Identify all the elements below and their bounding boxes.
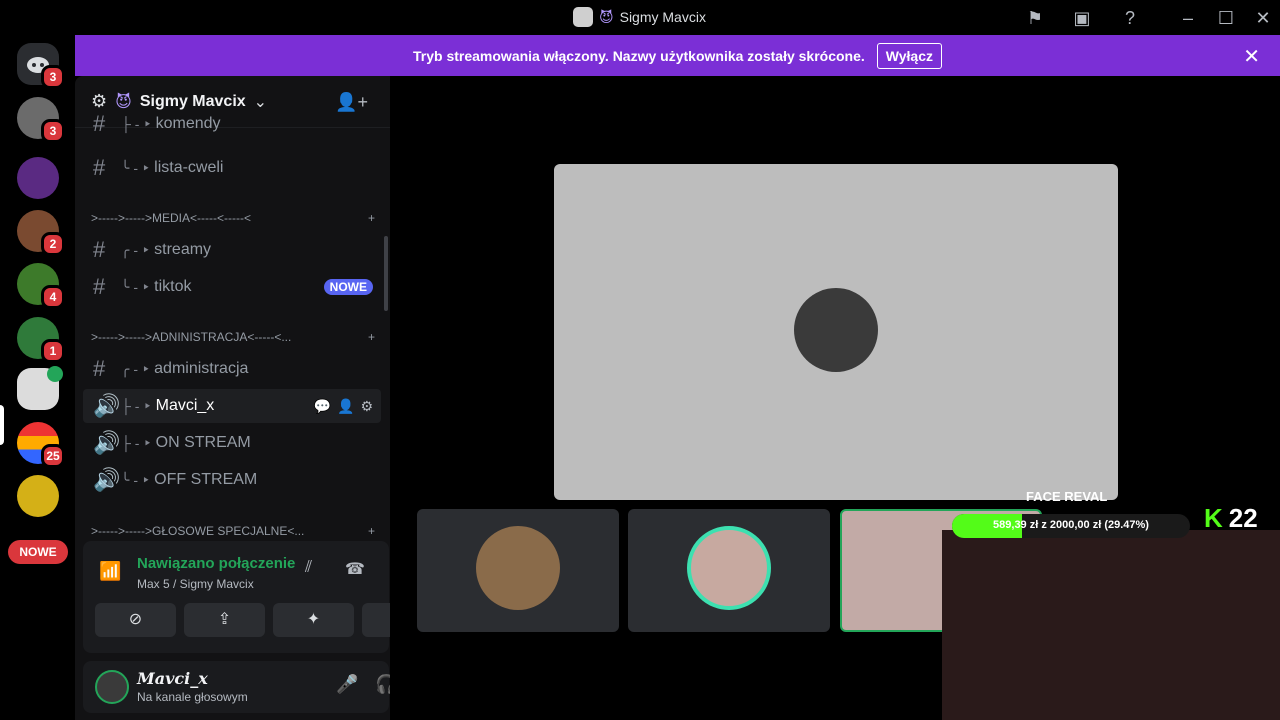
avatar — [794, 288, 878, 372]
category-media[interactable]: >----->----->MEDIA<-----<-----< + — [91, 211, 375, 225]
notification-badge: 25 — [41, 444, 65, 468]
chat-icon[interactable]: 💬 — [314, 398, 331, 415]
hash-icon: # — [93, 155, 106, 180]
invite-icon[interactable]: 👤 — [337, 398, 354, 415]
new-badge: NOWE — [323, 279, 373, 295]
webcam-overlay — [942, 530, 1280, 720]
server-emoji-icon: 😈 — [115, 93, 132, 111]
speaker-icon: 🔊 — [93, 393, 121, 418]
server-icon[interactable]: 25 — [17, 422, 65, 468]
hash-icon: # — [93, 356, 106, 381]
server-icon[interactable]: 1 — [17, 317, 65, 363]
voice-channel-item[interactable]: 🔊 ╰ - ‣ OFF STREAM — [83, 463, 381, 497]
server-emoji-icon: 😈 — [599, 8, 614, 25]
avatar — [476, 526, 560, 610]
add-channel-icon[interactable]: + — [368, 211, 375, 225]
voice-channel-active[interactable]: 🔊 ├ - ‣ Mavci_x 💬 👤 ⚙ — [83, 389, 381, 423]
server-icon[interactable]: 2 — [17, 210, 65, 256]
window-title: 😈 Sigmy Mavcix — [573, 7, 706, 27]
connection-icon: 📶 — [99, 561, 122, 581]
notification-badge: 2 — [41, 232, 65, 256]
title-bar: 😈 Sigmy Mavcix ⚑ ▣ ? – ☐ ✕ — [0, 0, 1280, 35]
server-icon[interactable] — [17, 157, 59, 199]
avatar[interactable] — [95, 670, 129, 704]
speaker-icon — [47, 366, 63, 382]
minimize-icon[interactable]: – — [1177, 7, 1199, 29]
disable-streamer-mode-button[interactable]: Wyłącz — [876, 42, 942, 69]
help-icon[interactable]: ? — [1119, 7, 1141, 29]
goal-title: FACE REVAL — [1026, 489, 1108, 504]
gear-icon[interactable]: ⚙ — [360, 398, 373, 415]
category-administracja[interactable]: >----->----->ADNINISTRACJA<-----<... + — [91, 330, 375, 344]
server-list: 3 3 2 4 1 25 NOWE — [0, 35, 75, 720]
notification-badge: 4 — [41, 285, 65, 309]
maximize-icon[interactable]: ☐ — [1215, 7, 1237, 29]
user-status: Na kanale głosowym — [137, 690, 248, 704]
server-icon[interactable]: 4 — [17, 263, 65, 309]
channel-item[interactable]: # ├ - ‣ komendy — [83, 114, 381, 134]
chevron-down-icon: ⌄ — [253, 93, 268, 111]
speaker-icon: 🔊 — [93, 467, 121, 492]
inbox-icon[interactable]: ▣ — [1071, 7, 1093, 29]
connection-status: Nawiązano połączenie — [137, 555, 296, 572]
speaker-icon: 🔊 — [93, 430, 121, 455]
channel-controls: 💬 👤 ⚙ — [314, 398, 373, 415]
scrollbar[interactable] — [384, 236, 388, 311]
selected-server-pill — [0, 405, 4, 445]
flag-icon[interactable]: ⚑ — [1024, 7, 1046, 29]
home-button[interactable]: 3 — [17, 43, 65, 89]
server-name: Sigmy Mavcix — [139, 92, 246, 110]
notification-badge: 3 — [41, 119, 65, 143]
server-settings-icon[interactable]: ⚙ — [91, 91, 107, 112]
voice-connection-panel: 📶 Nawiązano połączenie Max 5 / Sigmy Mav… — [83, 541, 443, 653]
hash-icon: # — [93, 114, 106, 134]
participant-tile[interactable] — [628, 509, 830, 632]
streamer-mode-banner: Tryb streamowania włączony. Nazwy użytko… — [75, 35, 1280, 76]
donation-goal-bar: 589,39 zł z 2000,00 zł (29.47%) — [952, 514, 1190, 538]
user-panel: Mavci_x Na kanale głosowym 🎤 🎧 ⚙ — [83, 661, 433, 713]
microphone-icon[interactable]: 🎤 — [336, 674, 358, 695]
close-icon[interactable]: ✕ — [1243, 44, 1260, 69]
server-icon[interactable]: 3 — [17, 97, 65, 143]
notification-badge: 3 — [41, 65, 65, 89]
activities-button[interactable]: ✦ — [273, 603, 354, 637]
donation-goal-text: 589,39 zł z 2000,00 zł (29.47%) — [993, 519, 1149, 531]
channel-item[interactable]: # ╭ - ‣ administracja — [83, 352, 381, 386]
channel-item[interactable]: # ╰ - ‣ tiktok NOWE — [83, 270, 381, 304]
close-window-icon[interactable]: ✕ — [1252, 7, 1274, 29]
add-channel-icon[interactable]: + — [368, 330, 375, 344]
hash-icon: # — [93, 274, 106, 299]
screen-share-button[interactable]: ⇪ — [184, 603, 265, 637]
disconnect-icon[interactable]: ☎ — [345, 559, 365, 579]
voice-channel-item[interactable]: 🔊 ├ - ‣ ON STREAM — [83, 426, 381, 460]
camera-off-button[interactable]: ⊘ — [95, 603, 176, 637]
viewer-count: K 22 — [1204, 503, 1258, 533]
category-glosowe[interactable]: >----->----->GŁOSOWE SPECJALNE<... + — [91, 524, 375, 538]
server-thumbnail — [573, 7, 593, 27]
participant-tile[interactable] — [417, 509, 619, 632]
notification-badge: 1 — [41, 339, 65, 363]
channel-item[interactable]: # ╰ - ‣ lista-cweli — [83, 151, 381, 185]
invite-icon[interactable]: 👤+ — [335, 92, 368, 113]
hash-icon: # — [93, 237, 106, 262]
channel-item[interactable]: # ╭ - ‣ streamy — [83, 233, 381, 267]
kick-logo-icon: K — [1204, 503, 1223, 533]
server-icon-active[interactable] — [17, 366, 63, 410]
add-channel-icon[interactable]: + — [368, 524, 375, 538]
username: Mavci_x — [137, 669, 208, 688]
new-badge: NOWE — [8, 540, 68, 564]
noise-suppression-icon[interactable]: ⫽ — [305, 559, 312, 577]
channel-sidebar: ⚙ 😈 Sigmy Mavcix ⌄ 👤+ # ├ - ‣ komendy # ╰ -… — [75, 76, 443, 720]
server-icon[interactable] — [17, 475, 59, 517]
banner-text: Tryb streamowania włączony. Nazwy użytko… — [413, 47, 865, 64]
avatar — [687, 526, 771, 610]
featured-participant[interactable] — [554, 164, 1118, 500]
connection-channel: Max 5 / Sigmy Mavcix — [137, 577, 254, 591]
